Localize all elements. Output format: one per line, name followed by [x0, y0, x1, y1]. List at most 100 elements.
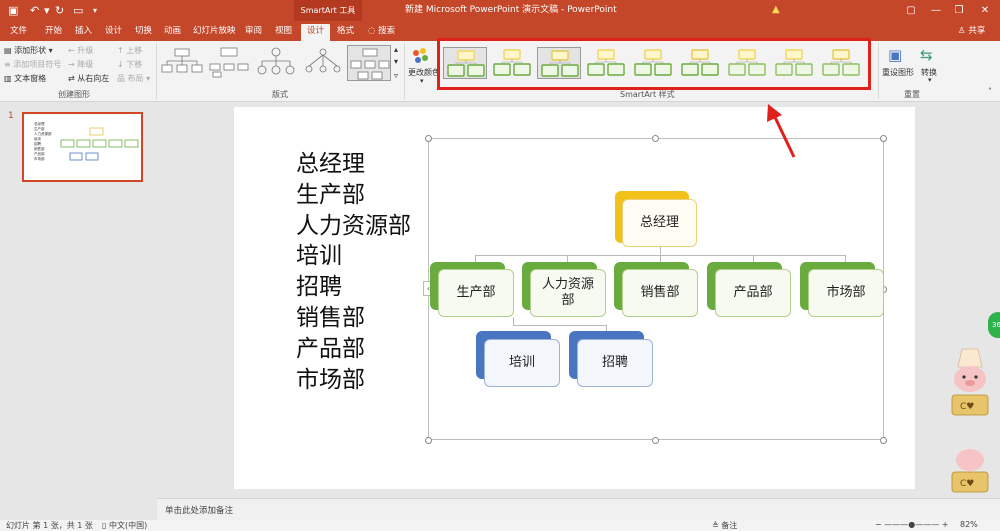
- layouts-scroll-down-icon[interactable]: ▾: [394, 57, 398, 66]
- slide-text-line: 招聘: [296, 274, 342, 301]
- customize-quick-access-icon[interactable]: ▾: [93, 4, 97, 18]
- add-bullet-button[interactable]: ≡ 添加项目符号: [4, 59, 61, 70]
- svg-text:C♥: C♥: [960, 479, 974, 489]
- tab-slideshow[interactable]: 幻灯片放映: [193, 24, 236, 41]
- svg-text:培训: 培训: [34, 136, 41, 141]
- layout-option-2[interactable]: [207, 45, 251, 81]
- org-node-level2[interactable]: 销售部: [622, 269, 698, 317]
- tab-animations[interactable]: 动画: [164, 24, 181, 41]
- text-pane-button[interactable]: ▥ 文本窗格: [4, 73, 46, 84]
- spellcheck-icon: ▯: [102, 521, 107, 530]
- change-colors-button[interactable]: 更改颜色: [408, 67, 440, 78]
- status-bar: 幻灯片 第 1 张，共 1 张 ▯ 中文(中国) ≜ 备注 − ———●——— …: [0, 520, 1000, 531]
- svg-text:总经理: 总经理: [34, 121, 45, 126]
- zoom-level[interactable]: 82%: [960, 520, 978, 529]
- tab-home[interactable]: 开始: [45, 24, 62, 41]
- tab-view[interactable]: 视图: [275, 24, 292, 41]
- undo-dropdown-icon[interactable]: ▾: [44, 4, 50, 18]
- add-shape-button[interactable]: ▤ 添加形状 ▾: [4, 45, 53, 56]
- floating-assistant-badge[interactable]: 36: [988, 312, 1000, 338]
- layout-option-3[interactable]: [254, 45, 298, 81]
- tell-me-search[interactable]: ◌ 搜索: [368, 24, 395, 39]
- slide-text-line: 培训: [296, 243, 342, 270]
- notes-toggle-button[interactable]: ≜ 备注: [712, 520, 737, 531]
- layout-option-1[interactable]: [160, 45, 204, 81]
- slide-text-list[interactable]: 总经理 生产部 人力资源部 培训 招聘 销售部 产品部 市场部: [296, 149, 411, 395]
- present-icon[interactable]: ▭: [73, 4, 83, 18]
- redo-icon[interactable]: ↻: [55, 4, 64, 18]
- layouts-more-icon[interactable]: ▿: [394, 71, 398, 80]
- slide-text-line: 生产部: [296, 181, 365, 208]
- org-node-level2[interactable]: 人力资源部: [530, 269, 606, 317]
- zoom-slider[interactable]: − ———●——— +: [875, 520, 948, 529]
- slide-canvas[interactable]: 总经理 生产部 人力资源部 培训 招聘 销售部 产品部 市场部 ‹ 总经理 生产…: [234, 107, 915, 489]
- group-label-create-graphic: 创建图形: [58, 90, 90, 99]
- org-node-level2[interactable]: 生产部: [438, 269, 514, 317]
- group-label-layouts: 版式: [272, 90, 288, 99]
- title-bar: ▣ ↶ ▾ ↻ ▭ ▾ SmartArt 工具 新建 Microsoft Pow…: [0, 0, 1000, 21]
- resize-handle[interactable]: [425, 135, 432, 142]
- slide-text-line: 市场部: [296, 366, 365, 393]
- layouts-scroll-up-icon[interactable]: ▴: [394, 45, 398, 54]
- language-indicator[interactable]: ▯ 中文(中国): [102, 520, 147, 531]
- slide-text-line: 产品部: [296, 335, 365, 362]
- change-colors-dropdown-icon[interactable]: ▾: [420, 77, 424, 85]
- group-label-smartart-styles: SmartArt 样式: [620, 90, 675, 99]
- lightbulb-icon: ◌: [368, 26, 376, 36]
- warning-icon[interactable]: ▲: [772, 4, 780, 15]
- tab-smartart-design[interactable]: 设计: [301, 24, 331, 41]
- org-node-level3[interactable]: 培训: [484, 339, 560, 387]
- minimize-icon[interactable]: —: [925, 0, 947, 21]
- promote-button[interactable]: ← 升级: [68, 45, 93, 56]
- layout-button[interactable]: 品 布局 ▾: [117, 73, 150, 84]
- tab-format[interactable]: 格式: [337, 24, 354, 41]
- ribbon-display-options-icon[interactable]: ▢: [900, 0, 922, 21]
- tab-insert[interactable]: 插入: [75, 24, 92, 41]
- share-button[interactable]: ♙ 共享: [958, 24, 985, 39]
- right-to-left-button[interactable]: ⇄ 从右向左: [68, 73, 109, 84]
- restore-icon[interactable]: ❐: [948, 0, 970, 21]
- tab-file[interactable]: 文件: [10, 24, 27, 41]
- svg-text:生产部: 生产部: [34, 126, 45, 131]
- slide-text-line: 人力资源部: [296, 212, 411, 239]
- tab-design[interactable]: 设计: [105, 24, 122, 41]
- mascot-sticker-icon: C♥: [948, 345, 992, 421]
- highlight-box: [437, 38, 871, 90]
- resize-handle[interactable]: [652, 135, 659, 142]
- save-icon[interactable]: ▣: [8, 4, 18, 18]
- org-node-level3[interactable]: 招聘: [577, 339, 653, 387]
- convert-dropdown-icon[interactable]: ▾: [928, 76, 932, 84]
- collapse-ribbon-icon[interactable]: ˄: [988, 87, 992, 96]
- resize-handle[interactable]: [880, 135, 887, 142]
- svg-text:人力资源部: 人力资源部: [34, 131, 52, 136]
- demote-button[interactable]: → 降级: [68, 59, 93, 70]
- move-down-button[interactable]: ↓ 下移: [117, 59, 142, 70]
- resize-handle[interactable]: [880, 437, 887, 444]
- document-title: 新建 Microsoft PowerPoint 演示文稿 - PowerPoin…: [405, 5, 617, 15]
- move-up-button[interactable]: ↑ 上移: [117, 45, 142, 56]
- org-node-level2[interactable]: 产品部: [715, 269, 791, 317]
- reset-graphic-icon: ▣: [888, 46, 903, 64]
- slide-thumbnail-1[interactable]: 总经理 生产部 人力资源部 培训 招聘 销售部 产品部 市场部: [22, 112, 143, 182]
- resize-handle[interactable]: [652, 437, 659, 444]
- convert-icon: ⇆: [920, 46, 933, 64]
- smartart-tools-label: SmartArt 工具: [294, 0, 362, 21]
- mascot-sticker-icon: C♥: [948, 446, 992, 498]
- tab-transitions[interactable]: 切换: [135, 24, 152, 41]
- svg-text:招聘: 招聘: [34, 141, 41, 146]
- palette-icon: [410, 47, 440, 67]
- org-node-top[interactable]: 总经理: [622, 199, 697, 247]
- resize-handle[interactable]: [425, 437, 432, 444]
- undo-icon[interactable]: ↶: [30, 4, 39, 18]
- svg-text:C♥: C♥: [960, 402, 974, 412]
- svg-text:产品部: 产品部: [34, 151, 45, 156]
- notes-pane[interactable]: 单击此处添加备注: [157, 498, 1000, 520]
- notes-placeholder: 单击此处添加备注: [165, 506, 234, 516]
- layout-option-5-selected[interactable]: [347, 45, 391, 81]
- tab-review[interactable]: 审阅: [245, 24, 262, 41]
- reset-graphic-button[interactable]: 重设图形: [882, 67, 914, 78]
- org-node-level2[interactable]: 市场部: [808, 269, 884, 317]
- close-icon[interactable]: ✕: [974, 0, 996, 21]
- layout-option-4[interactable]: [301, 45, 345, 81]
- group-label-reset: 重置: [904, 90, 920, 99]
